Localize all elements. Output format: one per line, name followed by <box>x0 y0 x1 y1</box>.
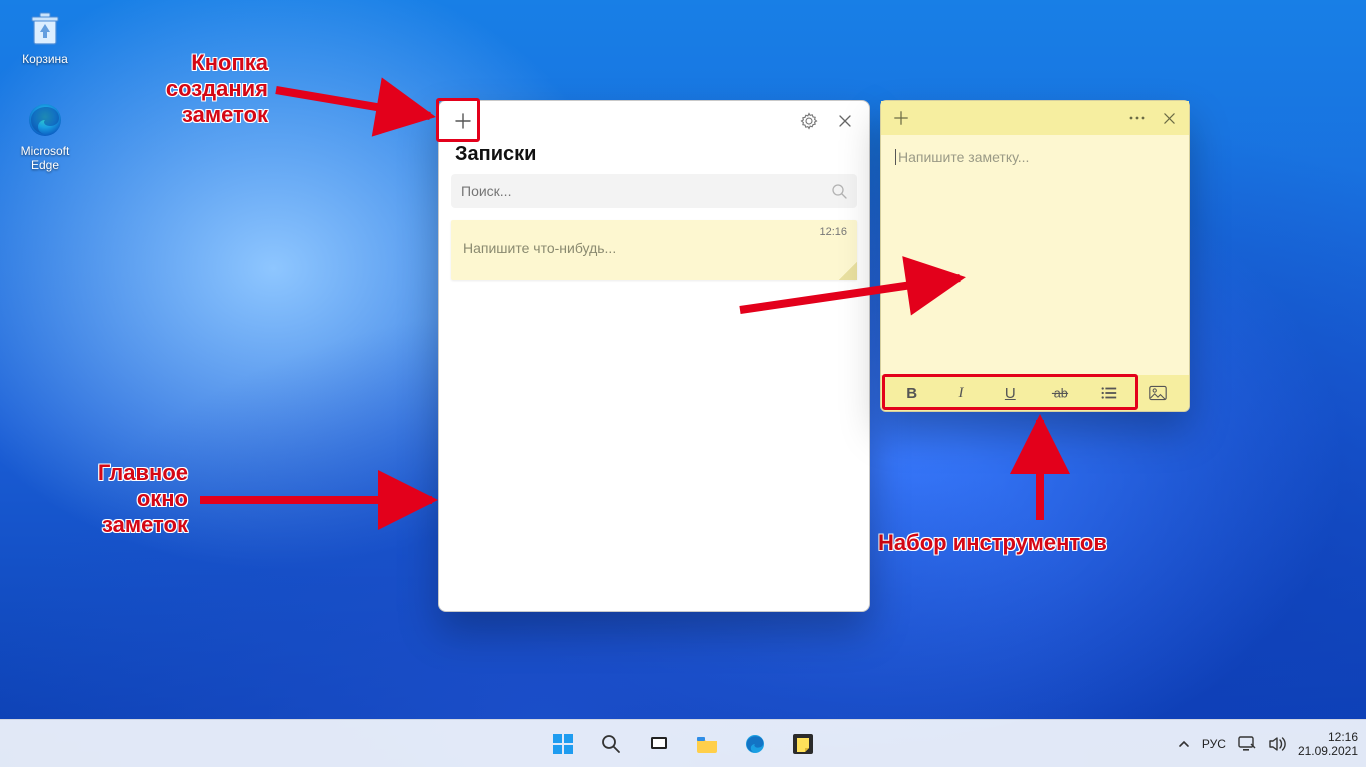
monitor-icon <box>1238 736 1256 752</box>
note-card[interactable]: 12:16 Напишите что-нибудь... <box>451 220 857 280</box>
annot-create-button: Кнопка создания заметок <box>128 50 268 128</box>
sticky-notes-list-window: Записки 12:16 Напишите что-нибудь... <box>438 100 870 612</box>
clock-date: 21.09.2021 <box>1298 744 1358 758</box>
editor-header <box>881 101 1189 135</box>
search-input[interactable] <box>461 183 831 199</box>
notes-title: Записки <box>439 141 869 174</box>
ellipsis-icon <box>1128 115 1146 121</box>
sticky-note-icon <box>791 732 815 756</box>
explorer-button[interactable] <box>687 724 727 764</box>
sticky-notes-taskbar-button[interactable] <box>783 724 823 764</box>
chevron-up-icon <box>1178 738 1190 750</box>
image-button[interactable] <box>1139 379 1177 407</box>
strike-icon: ab <box>1051 384 1069 402</box>
image-icon <box>1149 384 1167 402</box>
gear-icon <box>800 112 818 130</box>
recycle-bin-icon[interactable]: Корзина <box>8 8 82 66</box>
sticky-note-editor-window: Напишите заметку... B I U ab <box>880 100 1190 412</box>
editor-close-button[interactable] <box>1153 102 1185 134</box>
search-icon <box>600 733 622 755</box>
search-icon <box>831 183 847 199</box>
new-note-button[interactable] <box>445 103 481 139</box>
recycle-bin-label: Корзина <box>8 52 82 66</box>
task-view-icon <box>648 733 670 755</box>
windows-icon <box>551 732 575 756</box>
close-button[interactable] <box>827 103 863 139</box>
list-icon <box>1100 384 1118 402</box>
network-icon[interactable] <box>1238 736 1256 752</box>
note-time: 12:16 <box>819 226 847 238</box>
task-view-button[interactable] <box>639 724 679 764</box>
tray-overflow-button[interactable] <box>1178 738 1190 750</box>
plus-icon <box>454 112 472 130</box>
settings-button[interactable] <box>791 103 827 139</box>
bold-button[interactable]: B <box>893 379 931 407</box>
annot-toolset: Набор инструментов <box>878 530 1107 556</box>
taskbar-right: РУС 12:16 21.09.2021 <box>1178 730 1358 758</box>
underline-button[interactable]: U <box>991 379 1029 407</box>
folder-icon <box>695 733 719 755</box>
volume-icon[interactable] <box>1268 736 1286 752</box>
browser-icon <box>25 100 65 140</box>
edge-taskbar-button[interactable] <box>735 724 775 764</box>
close-icon <box>838 114 852 128</box>
browser-icon <box>743 732 767 756</box>
taskbar-search-button[interactable] <box>591 724 631 764</box>
editor-toolbar: B I U ab <box>881 375 1189 411</box>
strikethrough-button[interactable]: ab <box>1041 379 1079 407</box>
language-indicator[interactable]: РУС <box>1202 737 1226 751</box>
clock-time: 12:16 <box>1298 730 1358 744</box>
speaker-icon <box>1268 736 1286 752</box>
note-text: Напишите что-нибудь... <box>463 240 845 256</box>
plus-icon <box>893 110 909 126</box>
taskbar: РУС 12:16 21.09.2021 <box>0 719 1366 767</box>
annot-main-window: Главное окно заметок <box>78 460 188 538</box>
close-icon <box>1163 112 1176 125</box>
editor-placeholder: Напишите заметку... <box>895 149 1029 165</box>
list-button[interactable] <box>1090 379 1128 407</box>
taskbar-center <box>543 724 823 764</box>
search-field[interactable] <box>451 174 857 208</box>
edge-label: Microsoft Edge <box>8 144 82 172</box>
editor-menu-button[interactable] <box>1121 102 1153 134</box>
notes-header <box>439 101 869 141</box>
clock[interactable]: 12:16 21.09.2021 <box>1298 730 1358 758</box>
italic-button[interactable]: I <box>942 379 980 407</box>
editor-new-note-button[interactable] <box>885 102 917 134</box>
start-button[interactable] <box>543 724 583 764</box>
editor-body[interactable]: Напишите заметку... <box>881 135 1189 375</box>
edge-icon[interactable]: Microsoft Edge <box>8 100 82 172</box>
trash-icon <box>25 8 65 48</box>
